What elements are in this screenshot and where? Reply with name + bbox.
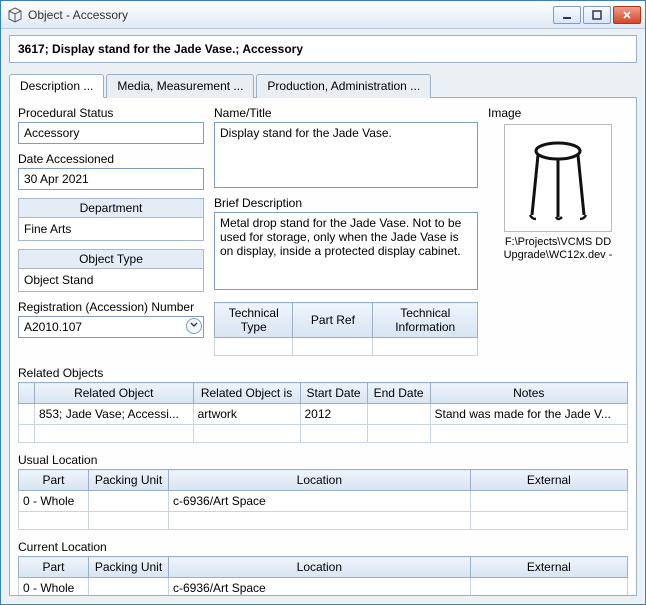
department-field[interactable]: Fine Arts — [19, 218, 203, 240]
related-object-cell[interactable]: 853; Jade Vase; Accessi... — [35, 404, 194, 425]
department-group: Department Fine Arts — [18, 198, 204, 241]
related-header-object[interactable]: Related Object — [35, 383, 194, 404]
tech-header-info[interactable]: Technical Information — [373, 303, 478, 338]
procedural-status-label: Procedural Status — [18, 106, 204, 120]
table-row[interactable]: 853; Jade Vase; Accessi... artwork 2012 … — [19, 404, 628, 425]
usual-location-label: Usual Location — [18, 453, 628, 467]
related-header-end[interactable]: End Date — [367, 383, 430, 404]
cube-icon — [7, 7, 23, 23]
current-header-loc[interactable]: Location — [169, 557, 471, 578]
window-title: Object - Accessory — [28, 8, 553, 22]
tab-media[interactable]: Media, Measurement ... — [106, 74, 254, 98]
current-ext-cell[interactable] — [470, 578, 627, 597]
minimize-button[interactable] — [553, 6, 581, 24]
procedural-status-field[interactable]: Accessory — [18, 122, 204, 144]
record-summary: 3617; Display stand for the Jade Vase.; … — [9, 35, 637, 63]
usual-header-ext[interactable]: External — [470, 470, 627, 491]
current-header-pack[interactable]: Packing Unit — [89, 557, 169, 578]
department-label: Department — [19, 199, 203, 218]
usual-part-cell[interactable]: 0 - Whole — [19, 491, 89, 512]
maximize-button[interactable] — [583, 6, 611, 24]
related-end-cell[interactable] — [367, 404, 430, 425]
usual-header-pack[interactable]: Packing Unit — [89, 470, 169, 491]
stand-icon — [518, 133, 598, 223]
image-preview[interactable] — [504, 124, 612, 232]
window: Object - Accessory 3617; Display stand f… — [0, 0, 646, 605]
tab-production[interactable]: Production, Administration ... — [256, 74, 431, 98]
date-accessioned-label: Date Accessioned — [18, 152, 204, 166]
usual-ext-cell[interactable] — [470, 491, 627, 512]
related-is-cell[interactable]: artwork — [193, 404, 300, 425]
current-loc-cell[interactable]: c-6936/Art Space — [169, 578, 471, 597]
current-header-part[interactable]: Part — [19, 557, 89, 578]
current-header-ext[interactable]: External — [470, 557, 627, 578]
table-row[interactable]: 0 - Whole c-6936/Art Space — [19, 491, 628, 512]
date-accessioned-field[interactable]: 30 Apr 2021 — [18, 168, 204, 190]
related-header-start[interactable]: Start Date — [300, 383, 367, 404]
usual-loc-cell[interactable]: c-6936/Art Space — [169, 491, 471, 512]
brief-description-label: Brief Description — [214, 196, 478, 210]
related-objects-label: Related Objects — [18, 366, 628, 380]
tech-header-type[interactable]: Technical Type — [215, 303, 293, 338]
usual-header-part[interactable]: Part — [19, 470, 89, 491]
related-notes-cell[interactable]: Stand was made for the Jade V... — [430, 404, 627, 425]
brief-description-field[interactable]: Metal drop stand for the Jade Vase. Not … — [214, 212, 478, 290]
usual-pack-cell[interactable] — [89, 491, 169, 512]
object-type-group: Object Type Object Stand — [18, 249, 204, 292]
current-part-cell[interactable]: 0 - Whole — [19, 578, 89, 597]
related-header-is[interactable]: Related Object is — [193, 383, 300, 404]
regnum-label: Registration (Accession) Number — [18, 300, 204, 314]
tab-body: Procedural Status Accessory Date Accessi… — [9, 98, 637, 596]
image-caption: F:\Projects\VCMS DD Upgrade\WC12x.dev - — [488, 236, 628, 262]
regnum-dropdown-button[interactable] — [186, 318, 202, 334]
tech-header-partref[interactable]: Part Ref — [293, 303, 373, 338]
table-row[interactable] — [19, 425, 628, 443]
close-button[interactable] — [613, 6, 641, 24]
name-title-field[interactable]: Display stand for the Jade Vase. — [214, 122, 478, 188]
usual-header-loc[interactable]: Location — [169, 470, 471, 491]
current-location-table[interactable]: Part Packing Unit Location External 0 - … — [18, 556, 628, 596]
regnum-field[interactable]: A2010.107 — [18, 316, 204, 338]
tab-description[interactable]: Description ... — [9, 74, 104, 98]
technical-table[interactable]: Technical Type Part Ref Technical Inform… — [214, 302, 478, 356]
row-selector-header[interactable] — [19, 383, 35, 404]
name-title-label: Name/Title — [214, 106, 478, 120]
current-pack-cell[interactable] — [89, 578, 169, 597]
chevron-down-icon — [190, 321, 198, 332]
usual-location-table[interactable]: Part Packing Unit Location External 0 - … — [18, 469, 628, 530]
related-objects-table[interactable]: Related Object Related Object is Start D… — [18, 382, 628, 443]
object-type-field[interactable]: Object Stand — [19, 269, 203, 291]
current-location-label: Current Location — [18, 540, 628, 554]
related-header-notes[interactable]: Notes — [430, 383, 627, 404]
image-label: Image — [488, 106, 628, 120]
object-type-label: Object Type — [19, 250, 203, 269]
table-row[interactable]: 0 - Whole c-6936/Art Space — [19, 578, 628, 597]
tabs: Description ... Media, Measurement ... P… — [9, 73, 637, 98]
titlebar: Object - Accessory — [1, 1, 645, 29]
table-row[interactable] — [215, 338, 478, 356]
related-start-cell[interactable]: 2012 — [300, 404, 367, 425]
table-row[interactable] — [19, 512, 628, 530]
